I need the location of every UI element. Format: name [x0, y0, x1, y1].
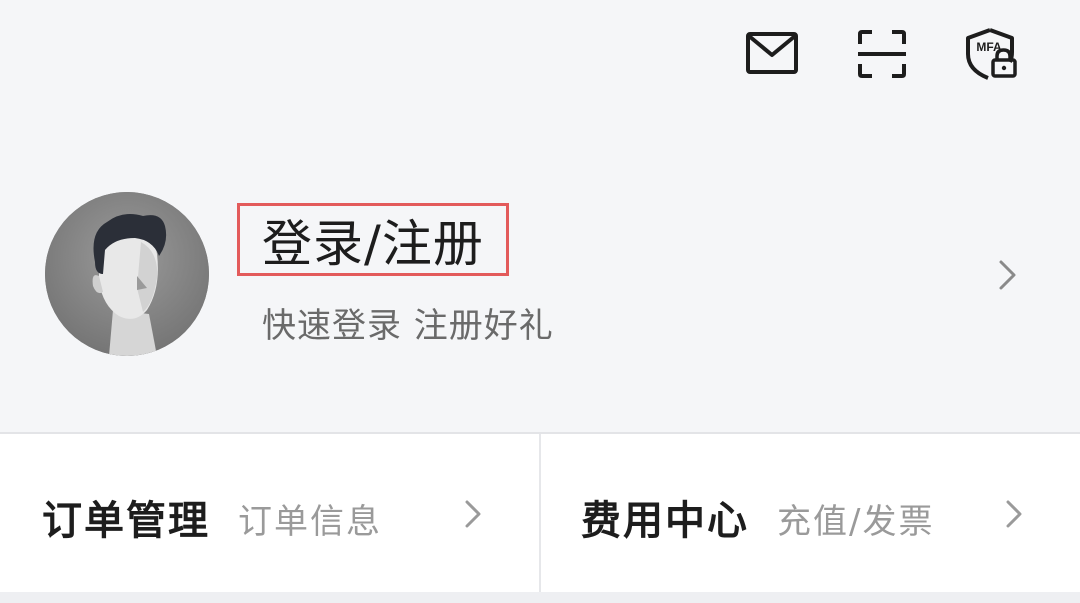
- card-title: 订单管理: [42, 498, 210, 544]
- billing-center-card[interactable]: 费用中心 充值/发票: [539, 434, 1080, 592]
- chevron-right-icon: [462, 498, 484, 534]
- card-title: 费用中心: [581, 498, 749, 544]
- mail-icon[interactable]: [745, 30, 799, 76]
- quick-cards: 订单管理 订单信息 费用中心 充值/发票: [0, 434, 1080, 592]
- card-subtitle: 充值/发票: [777, 502, 935, 542]
- order-management-card[interactable]: 订单管理 订单信息: [0, 434, 539, 592]
- top-toolbar: MFA: [0, 0, 1080, 120]
- login-register-subtitle: 快速登录 注册好礼: [262, 306, 554, 346]
- mfa-icon[interactable]: MFA: [964, 26, 1020, 82]
- profile-section[interactable]: 登录/注册 快速登录 注册好礼: [0, 170, 1080, 380]
- chevron-right-icon: [996, 258, 1020, 296]
- login-register-title[interactable]: 登录/注册: [237, 203, 509, 276]
- bottom-strip: [0, 592, 1080, 603]
- chevron-right-icon: [1003, 498, 1025, 534]
- scan-icon[interactable]: [856, 28, 908, 80]
- card-subtitle: 订单信息: [238, 502, 382, 542]
- avatar[interactable]: [45, 192, 209, 356]
